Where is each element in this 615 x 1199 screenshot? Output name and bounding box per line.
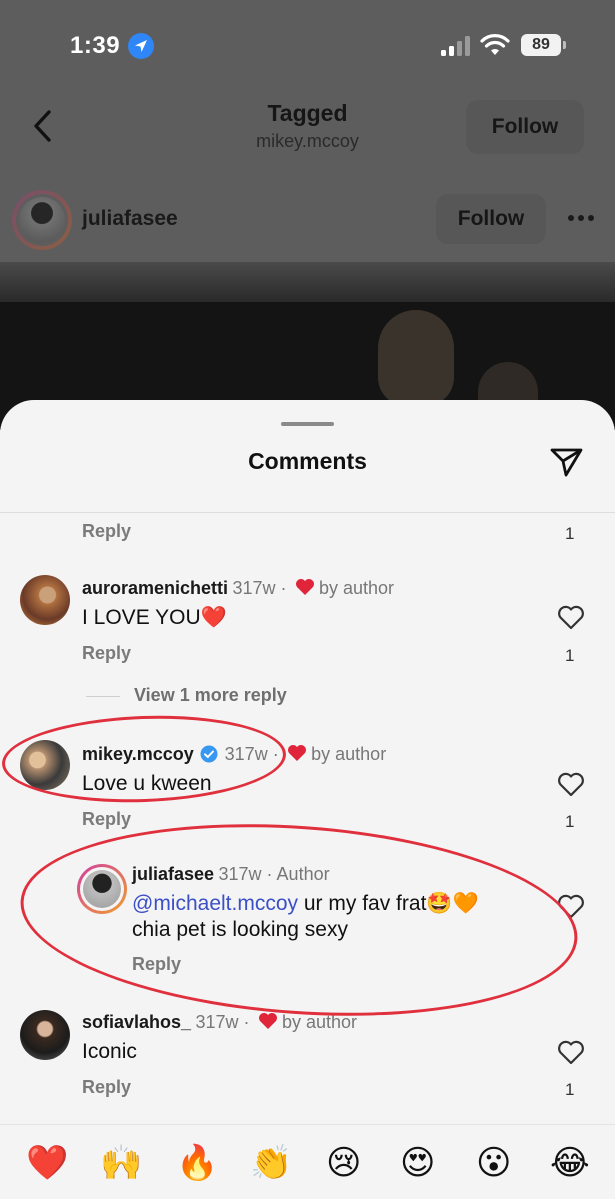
comment-username[interactable]: juliafasee xyxy=(132,864,214,884)
follow-button-post[interactable]: Follow xyxy=(436,194,546,244)
comment-username[interactable]: sofiavlahos_ xyxy=(82,1012,191,1032)
status-bar: 1:39 89 xyxy=(0,30,615,64)
emoji-raised-hands[interactable]: 🙌 xyxy=(100,1143,142,1183)
like-count: 1 xyxy=(565,524,575,543)
view-more-line xyxy=(86,696,120,697)
comment-time: 317w xyxy=(224,744,268,764)
dimmed-background: 1:39 89 Tagged mikey.mccoy Follow juliaf… xyxy=(0,0,615,430)
heart-filled-icon xyxy=(288,745,307,761)
sheet-title: Comments xyxy=(248,448,367,474)
like-count: 1 xyxy=(565,812,575,831)
share-paper-plane-icon[interactable] xyxy=(548,444,584,480)
story-ring-avatar[interactable] xyxy=(12,190,72,250)
comment-header: juliafasee 317w · Author xyxy=(132,864,330,884)
reply-button[interactable]: Reply xyxy=(82,809,131,830)
battery-tip xyxy=(563,41,566,49)
liked-by-author: by author xyxy=(281,1012,358,1032)
comment-text-line-2: chia pet is looking sexy xyxy=(132,918,348,941)
emoji-reaction-bar: ❤️ 🙌 🔥 👏 😢 😍 😮 😂 xyxy=(0,1124,615,1199)
emoji-heart[interactable]: ❤️ xyxy=(26,1143,68,1183)
cellular-signal-icon xyxy=(441,36,473,56)
wifi-icon xyxy=(480,34,510,55)
comment-time: 317w xyxy=(218,864,262,884)
sheet-grabber[interactable] xyxy=(281,422,334,426)
author-tag: Author xyxy=(276,864,330,884)
heart-filled-icon xyxy=(295,579,314,595)
comment-header: auroramenichetti 317w · by author xyxy=(82,578,395,598)
reply-button[interactable]: Reply xyxy=(82,643,131,664)
divider xyxy=(0,512,615,513)
comment-text-line-1: @michaelt.mccoy ur my fav frat🤩🧡 xyxy=(132,892,479,916)
view-more-replies-button[interactable]: View 1 more reply xyxy=(134,685,287,706)
avatar[interactable] xyxy=(20,575,70,625)
story-ring-avatar[interactable] xyxy=(77,864,127,914)
heart-outline-icon[interactable] xyxy=(557,893,585,919)
emoji-fire[interactable]: 🔥 xyxy=(176,1143,218,1183)
comment-header: mikey.mccoy 317w · by author xyxy=(82,744,387,764)
reply-button[interactable]: Reply xyxy=(82,1077,131,1098)
emoji-surprised[interactable]: 😮 xyxy=(476,1143,511,1183)
comment-text: ur my fav frat🤩🧡 xyxy=(303,892,479,915)
like-count: 1 xyxy=(565,1080,575,1099)
location-arrow-icon xyxy=(128,33,154,59)
heart-outline-icon[interactable] xyxy=(557,604,585,630)
avatar[interactable] xyxy=(20,1010,70,1060)
comment-time: 317w xyxy=(232,578,276,598)
battery-indicator: 89 xyxy=(521,34,561,56)
comment-text: I LOVE YOU❤️ xyxy=(82,606,227,629)
emoji-heart-eyes[interactable]: 😍 xyxy=(400,1143,435,1183)
post-header: juliafasee Follow xyxy=(0,190,615,252)
emoji-crying[interactable]: 😢 xyxy=(326,1143,361,1183)
comment-username[interactable]: auroramenichetti xyxy=(82,578,228,598)
top-nav: Tagged mikey.mccoy Follow xyxy=(0,98,615,158)
reply-button[interactable]: Reply xyxy=(132,954,181,975)
heart-filled-icon xyxy=(258,1013,277,1029)
mention-link[interactable]: @michaelt.mccoy xyxy=(132,892,298,915)
comment-text: Love u kween xyxy=(82,772,212,795)
more-options-icon[interactable] xyxy=(566,215,596,223)
post-username[interactable]: juliafasee xyxy=(82,207,178,231)
follow-button-header[interactable]: Follow xyxy=(466,100,584,154)
comment-header: sofiavlahos_ 317w · by author xyxy=(82,1012,358,1032)
heart-outline-icon[interactable] xyxy=(557,1039,585,1065)
heart-outline-icon[interactable] xyxy=(557,771,585,797)
comment-username[interactable]: mikey.mccoy xyxy=(82,744,194,764)
verified-badge-icon xyxy=(200,745,218,763)
avatar[interactable] xyxy=(20,740,70,790)
status-time: 1:39 xyxy=(70,32,121,59)
emoji-clapping[interactable]: 👏 xyxy=(250,1143,292,1183)
reply-button[interactable]: Reply xyxy=(82,521,131,542)
comments-sheet: Comments Reply 1 auroramenichetti 317w ·… xyxy=(0,400,615,1199)
like-count: 1 xyxy=(565,646,575,665)
emoji-laughing[interactable]: 😂 xyxy=(550,1143,590,1183)
liked-by-author: by author xyxy=(311,744,387,764)
liked-by-author: by author xyxy=(318,578,395,598)
comment-text: Iconic xyxy=(82,1040,137,1063)
comment-time: 317w xyxy=(195,1012,239,1032)
